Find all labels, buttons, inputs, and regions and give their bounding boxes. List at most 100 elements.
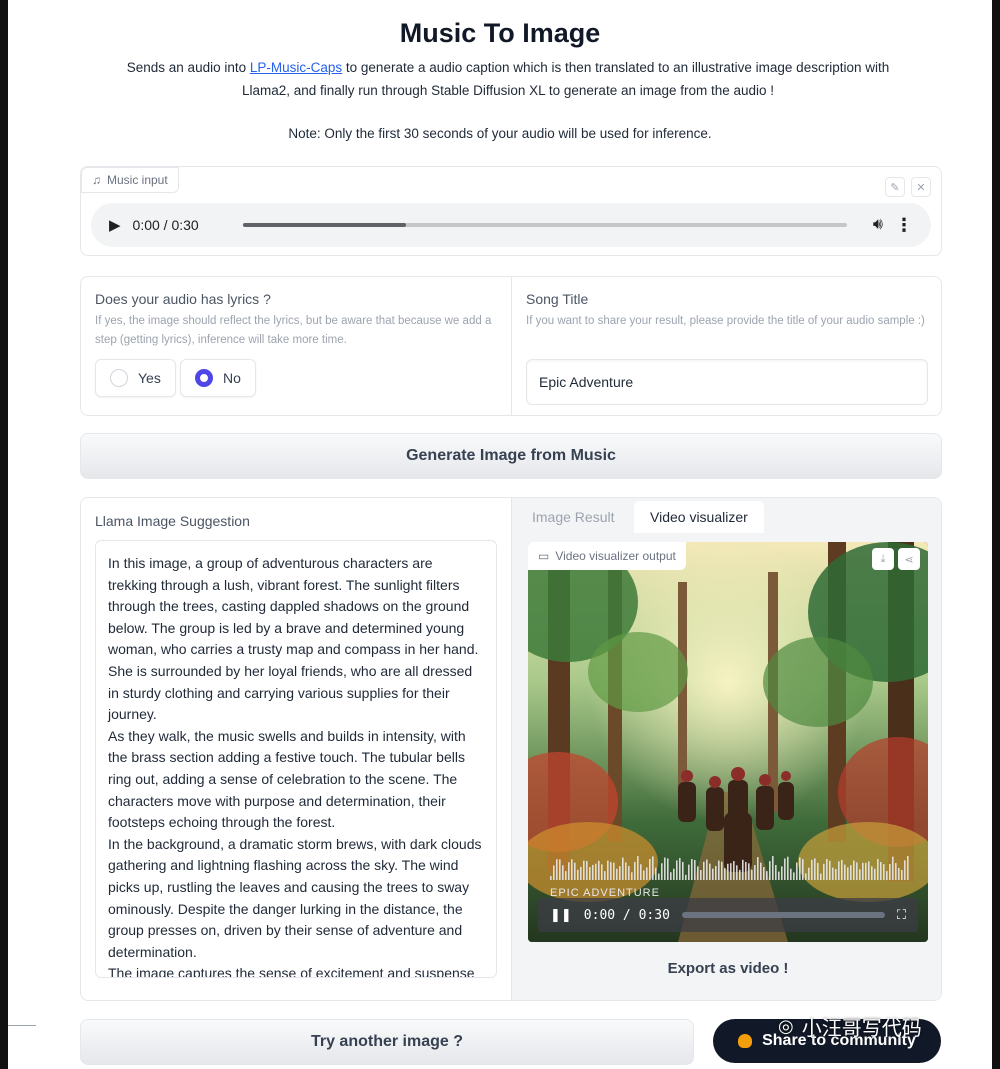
waveform-bar bbox=[874, 868, 876, 880]
waveform-bar bbox=[580, 866, 582, 880]
waveform-bar bbox=[757, 857, 759, 880]
waveform-bar bbox=[898, 868, 900, 880]
llama-suggestion-label: Llama Image Suggestion bbox=[95, 513, 250, 529]
waveform-bar bbox=[751, 869, 753, 880]
waveform-bar bbox=[661, 863, 663, 880]
video-visualizer-player[interactable]: ▭ Video visualizer output ⤓ ⋖ EPIC ADVEN… bbox=[528, 542, 928, 942]
window-frame-right bbox=[992, 0, 1000, 1069]
song-title-info: If you want to share your result, please… bbox=[526, 315, 925, 327]
waveform-bar bbox=[781, 866, 783, 880]
waveform-bar bbox=[709, 863, 711, 880]
waveform-bar bbox=[745, 862, 747, 880]
video-visualizer-label: ▭ Video visualizer output bbox=[528, 542, 686, 570]
waveform-bar bbox=[676, 860, 678, 880]
waveform-bar bbox=[841, 859, 843, 880]
waveform-bar bbox=[799, 857, 801, 880]
audio-time: 0:00 / 0:30 bbox=[132, 217, 199, 233]
waveform-bar bbox=[847, 867, 849, 880]
radio-yes[interactable]: Yes bbox=[95, 359, 176, 397]
waveform-bar bbox=[808, 867, 810, 880]
fullscreen-icon[interactable]: ⛶ bbox=[897, 907, 906, 923]
waveform-bar bbox=[805, 873, 807, 880]
results-block: Llama Image Suggestion In this image, a … bbox=[80, 497, 942, 1001]
options-block: Does your audio has lyrics ? If yes, the… bbox=[80, 276, 942, 416]
edit-icon[interactable]: ✎ bbox=[885, 177, 905, 197]
waveform-bar bbox=[583, 860, 585, 880]
audio-seek-bar[interactable] bbox=[242, 223, 847, 227]
waveform-bar bbox=[826, 859, 828, 880]
app-page: Music To Image Sends an audio into LP-Mu… bbox=[8, 0, 992, 1069]
suggestion-paragraph: As they walk, the music swells and build… bbox=[108, 727, 466, 831]
pause-icon[interactable]: ❚❚ bbox=[550, 907, 572, 923]
song-title-input[interactable] bbox=[526, 359, 928, 405]
waveform-bar bbox=[886, 871, 888, 880]
waveform-bar bbox=[730, 863, 732, 880]
waveform-bar bbox=[610, 862, 612, 880]
lyrics-label: Does your audio has lyrics ? bbox=[95, 291, 271, 307]
video-time: 0:00 / 0:30 bbox=[583, 907, 670, 923]
waveform-bar bbox=[646, 867, 648, 880]
radio-yes-dot bbox=[110, 369, 128, 387]
waveform-bar bbox=[673, 868, 675, 880]
waveform-bar bbox=[889, 864, 891, 880]
waveform-bar bbox=[892, 856, 894, 880]
waveform-bar bbox=[739, 869, 741, 880]
waveform-bar bbox=[577, 869, 579, 880]
waveform-bar bbox=[586, 861, 588, 880]
try-another-button[interactable]: Try another image ? bbox=[80, 1019, 694, 1065]
audio-seek-fill bbox=[242, 223, 406, 227]
waveform-bar bbox=[742, 859, 744, 880]
llama-suggestion-textarea[interactable]: In this image, a group of adventurous ch… bbox=[95, 540, 497, 978]
video-visualizer-label-text: Video visualizer output bbox=[555, 549, 676, 563]
music-note-icon: ♫ bbox=[92, 173, 101, 187]
waveform-bar bbox=[868, 861, 870, 880]
radio-yes-label: Yes bbox=[138, 370, 161, 386]
video-seek-bar[interactable] bbox=[681, 912, 885, 918]
radio-no-label: No bbox=[223, 370, 241, 386]
waveform-bar bbox=[622, 857, 624, 880]
more-options-icon[interactable]: ⋮ bbox=[895, 215, 913, 236]
waveform-bar bbox=[592, 864, 594, 880]
wechat-icon: ◎ bbox=[778, 1016, 794, 1036]
waveform-bar bbox=[706, 859, 708, 880]
waveform-bar bbox=[766, 871, 768, 880]
waveform-bar bbox=[850, 865, 852, 880]
tab-video-visualizer[interactable]: Video visualizer bbox=[634, 501, 764, 533]
waveform-bar bbox=[724, 868, 726, 880]
waveform-bar bbox=[754, 865, 756, 880]
waveform-bar bbox=[772, 856, 774, 880]
page-description: Sends an audio into LP-Music-Caps to gen… bbox=[118, 56, 898, 102]
waveform-bar bbox=[589, 867, 591, 880]
radio-no[interactable]: No bbox=[180, 359, 256, 397]
waveform-bar bbox=[832, 867, 834, 880]
export-video-button[interactable]: Export as video ! bbox=[528, 946, 928, 990]
volume-icon[interactable]: 🔊︎ bbox=[873, 216, 883, 234]
waveform-bar bbox=[616, 868, 618, 880]
waveform-bar bbox=[718, 860, 720, 880]
generate-image-button[interactable]: Generate Image from Music bbox=[80, 433, 942, 479]
download-icon[interactable]: ⤓ bbox=[872, 548, 894, 570]
forest-scene-image bbox=[528, 542, 928, 942]
waveform-bar bbox=[838, 861, 840, 880]
waveform-bar bbox=[895, 863, 897, 880]
waveform-bar bbox=[823, 863, 825, 880]
video-camera-icon: ▭ bbox=[538, 549, 550, 563]
waveform-bar bbox=[700, 870, 702, 880]
waveform-bar bbox=[667, 858, 669, 880]
share-icon[interactable]: ⋖ bbox=[898, 548, 920, 570]
waveform-bar bbox=[784, 858, 786, 880]
music-input-label: ♫ Music input bbox=[81, 167, 179, 193]
lp-music-caps-link[interactable]: LP-Music-Caps bbox=[250, 60, 342, 75]
waveform-bar bbox=[778, 871, 780, 880]
lyrics-panel: Does your audio has lyrics ? If yes, the… bbox=[81, 277, 511, 415]
waveform-bar bbox=[802, 859, 804, 880]
play-icon[interactable]: ▶ bbox=[109, 216, 121, 234]
inference-note: Note: Only the first 30 seconds of your … bbox=[288, 126, 712, 141]
tab-image-result[interactable]: Image Result bbox=[516, 501, 630, 533]
waveform-bar bbox=[901, 869, 903, 880]
waveform-bar bbox=[703, 861, 705, 880]
clear-icon[interactable]: ✕ bbox=[911, 177, 931, 197]
waveform-bar bbox=[727, 863, 729, 880]
waveform-bar bbox=[652, 856, 654, 880]
waveform-bar bbox=[679, 857, 681, 880]
